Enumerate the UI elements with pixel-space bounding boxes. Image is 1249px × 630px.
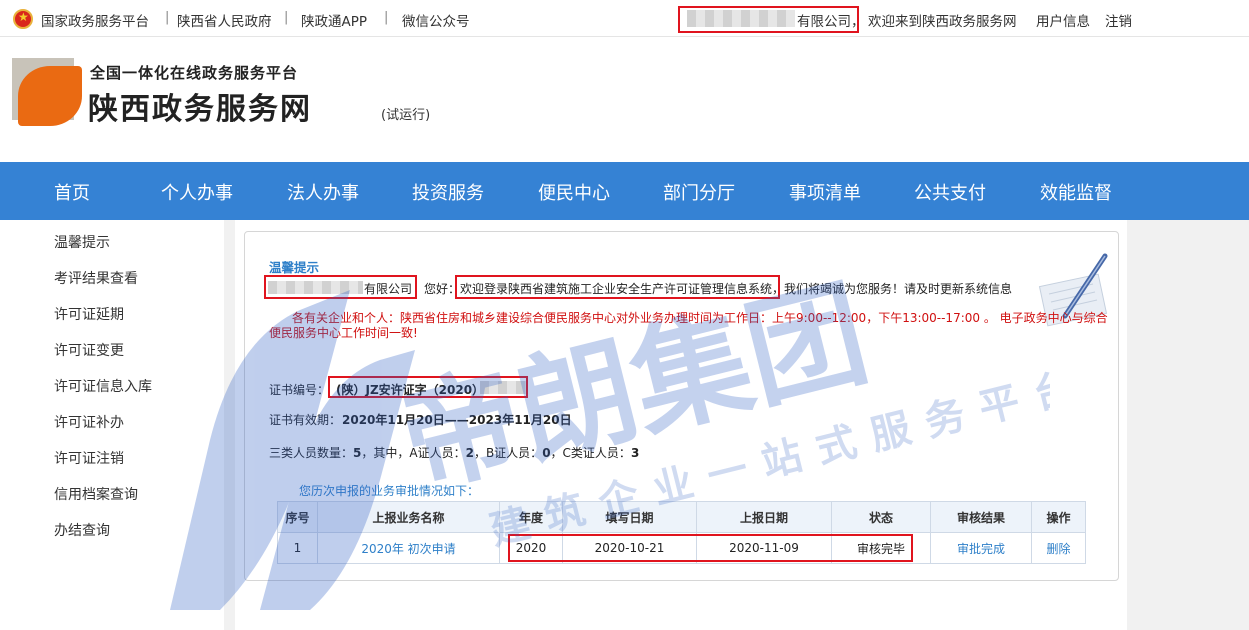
separator: |	[284, 10, 289, 25]
nav-investment[interactable]: 投资服务	[412, 179, 484, 205]
sidebar-item-evaluation[interactable]: 考评结果查看	[54, 268, 138, 288]
nav-home[interactable]: 首页	[54, 179, 90, 205]
top-bar: 国家政务服务平台 | 陕西省人民政府 | 陕政通APP | 微信公众号 有限公司…	[0, 0, 1249, 37]
notice-title: 温馨提示	[269, 260, 320, 275]
highlight-box	[455, 275, 780, 299]
separator: |	[384, 10, 389, 25]
service-text: 我们将竭诚为您服务！请及时更新系统信息	[784, 282, 1013, 296]
col-action: 操作	[1031, 501, 1086, 533]
sidebar-item-import[interactable]: 许可证信息入库	[54, 376, 152, 396]
certificate-number-label: 证书编号：	[269, 383, 330, 397]
site-logo[interactable]	[12, 58, 82, 126]
highlight-box	[678, 6, 859, 33]
gutter-right	[1127, 220, 1249, 630]
col-submit-date: 上报日期	[696, 501, 832, 533]
welcome-text: 欢迎来到陕西政务服务网	[868, 14, 1017, 30]
nav-supervision[interactable]: 效能监督	[1040, 179, 1112, 205]
link-shaanxi-government[interactable]: 陕西省人民政府	[177, 10, 272, 30]
sidebar-item-reissue[interactable]: 许可证补办	[54, 412, 124, 432]
user-info-link[interactable]: 用户信息	[1036, 10, 1090, 30]
delete-link[interactable]: 删除	[1031, 532, 1086, 564]
col-review-result: 审核结果	[930, 501, 1032, 533]
nav-personal[interactable]: 个人办事	[161, 179, 233, 205]
sidebar-item-completed[interactable]: 办结查询	[54, 520, 110, 540]
logout-link[interactable]: 注销	[1105, 10, 1132, 30]
nav-corporate[interactable]: 法人办事	[287, 179, 359, 205]
row-index: 1	[277, 532, 318, 564]
trial-badge: (试运行)	[381, 108, 431, 123]
gutter-left	[224, 220, 235, 630]
col-status: 状态	[831, 501, 931, 533]
separator: |	[165, 10, 170, 25]
nav-convenience[interactable]: 便民中心	[538, 179, 610, 205]
staff-count-line: 三类人员数量：5，其中，A证人员：2，B证人员：0，C类证人员：3	[269, 444, 639, 461]
sidebar-item-credit[interactable]: 信用档案查询	[54, 484, 138, 504]
business-hours-notice-cont: 便民服务中心工作时间一致!	[269, 326, 418, 340]
nav-payment[interactable]: 公共支付	[914, 179, 986, 205]
col-business-name: 上报业务名称	[317, 501, 500, 533]
col-index: 序号	[277, 501, 318, 533]
sidebar-item-change[interactable]: 许可证变更	[54, 340, 124, 360]
table-header-row: 序号 上报业务名称 年度 填写日期 上报日期 状态 审核结果 操作	[277, 501, 1086, 533]
staff-b-count: 0	[542, 446, 551, 460]
staff-c-count: 3	[630, 446, 640, 460]
staff-c-label: ，C类证人员：	[550, 446, 631, 460]
link-wechat[interactable]: 微信公众号	[402, 10, 470, 30]
business-name-link[interactable]: 2020年 初次申请	[317, 532, 500, 564]
platform-subtitle: 全国一体化在线政务服务平台	[90, 64, 299, 82]
review-result-link[interactable]: 审批完成	[930, 532, 1032, 564]
national-emblem-icon	[13, 9, 33, 29]
staff-a-label: ，其中，A证人员：	[361, 446, 466, 460]
highlight-box	[264, 275, 417, 299]
highlight-box	[508, 534, 913, 562]
history-caption: 您历次申报的业务审批情况如下：	[299, 484, 480, 498]
sidebar-item-notice[interactable]: 温馨提示	[54, 232, 110, 252]
highlight-box	[328, 376, 528, 398]
nav-item-list[interactable]: 事项清单	[789, 179, 861, 205]
staff-label: 三类人员数量：	[269, 446, 354, 460]
validity-value: 2020年11月20日——2023年11月20日	[342, 413, 572, 427]
validity-label: 证书有效期：	[269, 413, 342, 427]
link-app[interactable]: 陕政通APP	[301, 10, 367, 30]
col-fill-date: 填写日期	[562, 501, 697, 533]
staff-b-label: ，B证人员：	[473, 446, 543, 460]
link-national-platform[interactable]: 国家政务服务平台	[41, 10, 149, 30]
nav-departments[interactable]: 部门分厅	[663, 179, 735, 205]
col-year: 年度	[499, 501, 563, 533]
sidebar-item-extension[interactable]: 许可证延期	[54, 304, 124, 324]
main-nav: 首页 个人办事 法人办事 投资服务 便民中心 部门分厅 事项清单 公共支付 效能…	[0, 162, 1249, 220]
staff-a-count: 2	[465, 446, 474, 460]
sidebar-item-cancel[interactable]: 许可证注销	[54, 448, 124, 468]
site-title: 陕西政务服务网	[88, 92, 312, 127]
